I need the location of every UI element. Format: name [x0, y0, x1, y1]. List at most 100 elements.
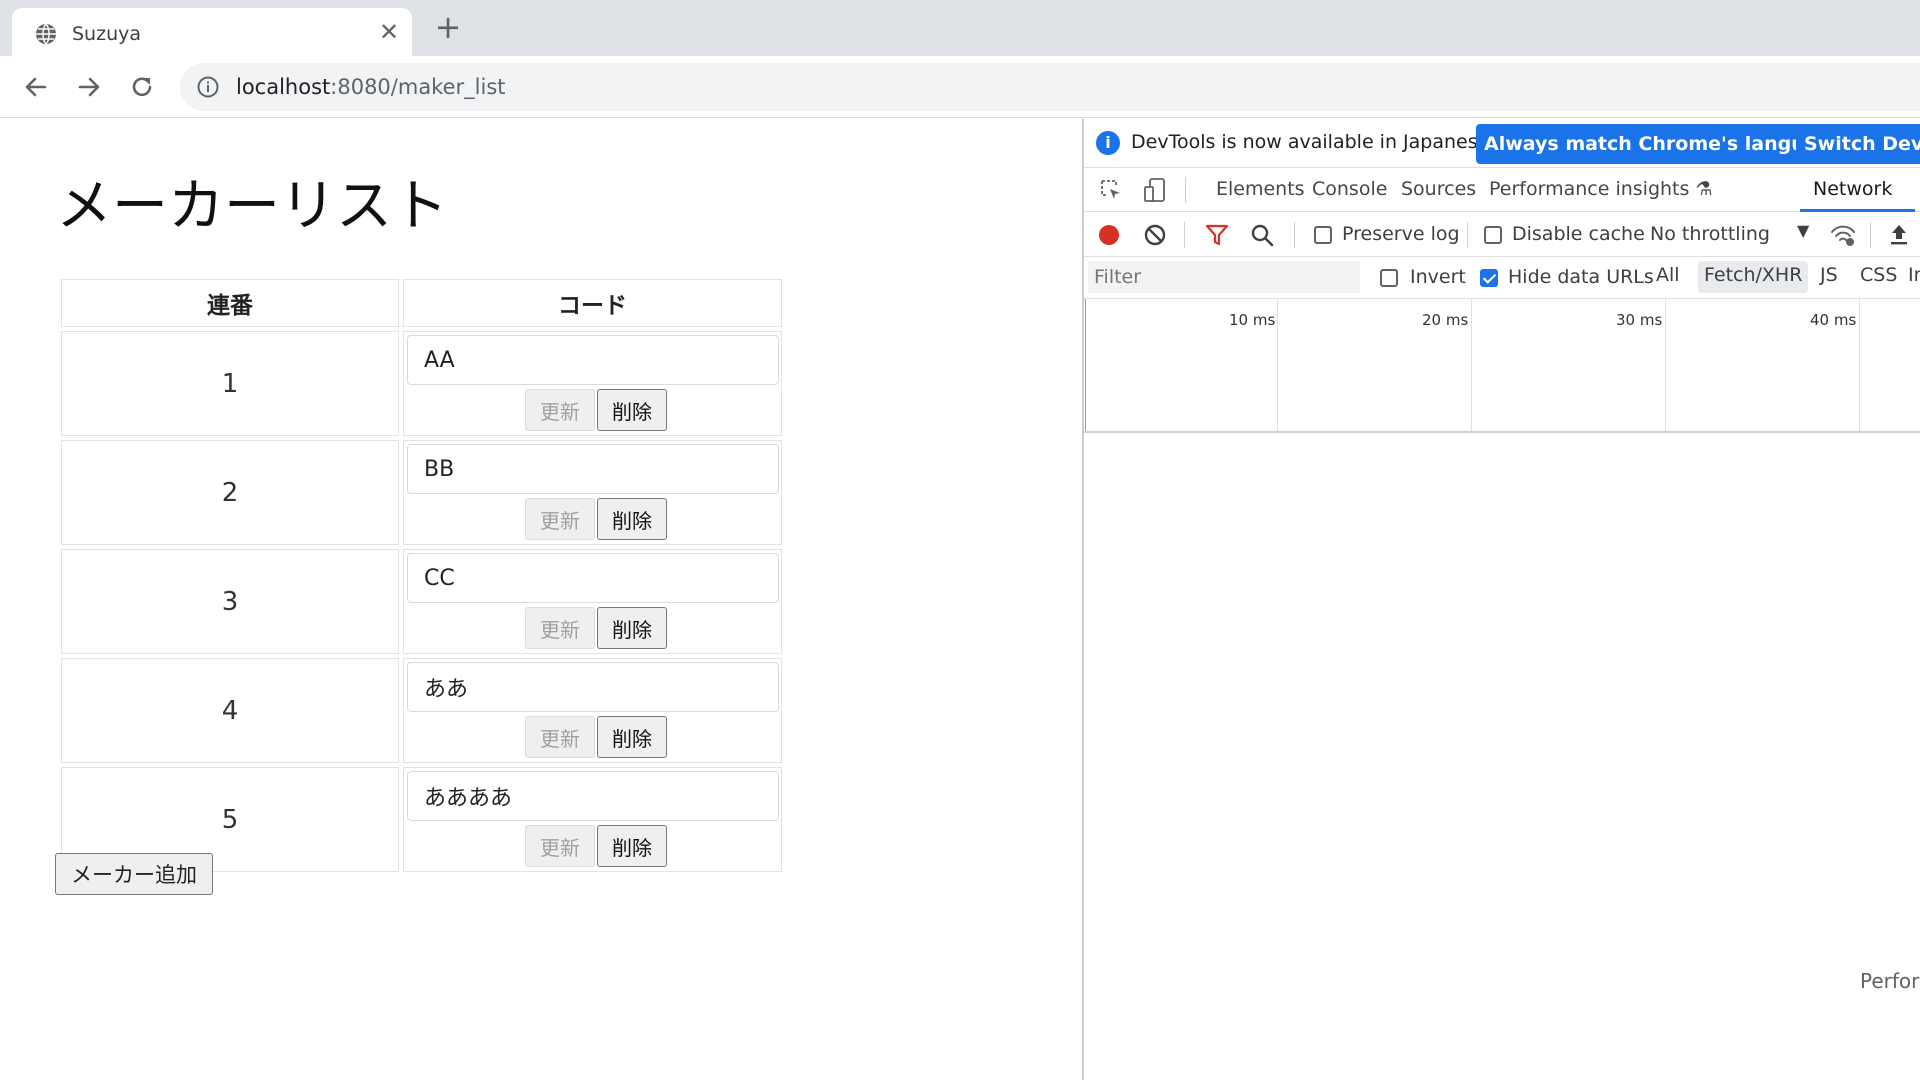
info-icon: i: [1096, 131, 1120, 155]
delete-button[interactable]: 削除: [597, 825, 667, 867]
tab-elements[interactable]: Elements: [1216, 178, 1305, 200]
row-actions: 更新 削除: [525, 389, 779, 431]
forward-arrow-icon[interactable]: [72, 70, 106, 104]
switch-devtools-button[interactable]: Switch DevTo: [1796, 124, 1920, 164]
url-host: localhost: [236, 75, 331, 99]
import-har-icon[interactable]: [1886, 222, 1912, 248]
code-input[interactable]: [407, 335, 779, 385]
back-arrow-icon[interactable]: [19, 70, 53, 104]
timeline-gridline: [1277, 299, 1278, 431]
code-cell: 更新 削除: [403, 658, 782, 763]
toolbar-divider: [1184, 222, 1185, 248]
timeline-tick-label: 10 ms: [1229, 311, 1276, 329]
reload-icon[interactable]: [125, 70, 159, 104]
row-number: 2: [61, 440, 399, 545]
timeline-tick-label: 40 ms: [1810, 311, 1857, 329]
devtools-panel: i DevTools is now available in Japanese!…: [1082, 119, 1920, 1080]
infobar-message: DevTools is now available in Japanese!: [1131, 131, 1497, 153]
filter-input[interactable]: [1088, 261, 1360, 293]
toolbar-divider: [1870, 222, 1871, 248]
disable-cache-label: Disable cache: [1512, 223, 1645, 245]
invert-label: Invert: [1410, 266, 1466, 288]
table-row: 1 更新 削除: [61, 331, 782, 436]
throttling-select[interactable]: No throttling: [1650, 223, 1770, 245]
code-cell: 更新 削除: [403, 440, 782, 545]
filter-icon[interactable]: [1204, 222, 1230, 248]
footer-text: Perfor: [1860, 969, 1920, 993]
code-input[interactable]: [407, 771, 779, 821]
site-info-icon[interactable]: [196, 75, 220, 99]
table-row: 4 更新 削除: [61, 658, 782, 763]
chevron-down-icon[interactable]: ▼: [1797, 221, 1809, 240]
browser-tab-strip: Suzuya ✕ +: [0, 0, 1920, 56]
row-number: 1: [61, 331, 399, 436]
tab-console[interactable]: Console: [1312, 178, 1387, 200]
delete-button[interactable]: 削除: [597, 498, 667, 540]
new-tab-icon[interactable]: +: [432, 11, 464, 44]
row-actions: 更新 削除: [525, 498, 779, 540]
search-icon[interactable]: [1249, 222, 1275, 248]
type-filter-img[interactable]: Im: [1902, 261, 1920, 293]
update-button[interactable]: 更新: [525, 716, 595, 758]
code-cell: 更新 削除: [403, 549, 782, 654]
type-filter-fetch-xhr[interactable]: Fetch/XHR: [1698, 261, 1809, 293]
row-actions: 更新 削除: [525, 825, 779, 867]
column-header-code: コード: [403, 279, 782, 327]
timeline-gridline: [1665, 299, 1666, 431]
url-path: :8080/maker_list: [330, 75, 506, 99]
timeline-tick-label: 30 ms: [1616, 311, 1663, 329]
toolbar-divider: [1185, 177, 1186, 203]
table-row: 2 更新 削除: [61, 440, 782, 545]
code-input[interactable]: [407, 444, 779, 494]
code-input[interactable]: [407, 662, 779, 712]
record-icon[interactable]: [1096, 222, 1122, 248]
hide-data-urls-checkbox[interactable]: [1480, 269, 1498, 287]
url-text[interactable]: localhost:8080/maker_list: [236, 75, 506, 99]
tab-close-icon[interactable]: ✕: [375, 18, 403, 46]
page-viewport: メーカーリスト 連番 コード 1 更新 削除 2: [0, 119, 1082, 1080]
toolbar-divider: [1294, 222, 1295, 248]
update-button[interactable]: 更新: [525, 389, 595, 431]
update-button[interactable]: 更新: [525, 825, 595, 867]
devtools-infobar: i DevTools is now available in Japanese!…: [1084, 119, 1920, 168]
tab-network[interactable]: Network: [1813, 178, 1892, 200]
code-input[interactable]: [407, 553, 779, 603]
tab-performance-insights[interactable]: Performance insights ⚗: [1489, 178, 1712, 200]
column-header-no: 連番: [61, 279, 399, 327]
toolbar-divider: [1467, 222, 1468, 248]
invert-checkbox[interactable]: [1380, 269, 1398, 287]
row-number: 3: [61, 549, 399, 654]
add-maker-button[interactable]: メーカー追加: [55, 853, 213, 895]
browser-tab[interactable]: Suzuya ✕: [12, 8, 412, 56]
device-toolbar-icon[interactable]: [1142, 177, 1168, 203]
code-cell: 更新 削除: [403, 767, 782, 872]
type-filter-css[interactable]: CSS: [1854, 261, 1903, 293]
delete-button[interactable]: 削除: [597, 607, 667, 649]
row-actions: 更新 削除: [525, 716, 779, 758]
delete-button[interactable]: 削除: [597, 389, 667, 431]
globe-icon: [36, 23, 56, 45]
timeline-gridline: [1859, 299, 1860, 431]
update-button[interactable]: 更新: [525, 607, 595, 649]
row-actions: 更新 削除: [525, 607, 779, 649]
address-bar[interactable]: localhost:8080/maker_list: [180, 63, 1920, 111]
preserve-log-checkbox[interactable]: [1314, 226, 1332, 244]
table-row: 3 更新 削除: [61, 549, 782, 654]
disable-cache-checkbox[interactable]: [1484, 226, 1502, 244]
hide-data-urls-label: Hide data URLs: [1508, 266, 1654, 288]
type-filter-all[interactable]: All: [1650, 261, 1686, 293]
network-conditions-icon[interactable]: [1830, 222, 1856, 248]
row-number: 4: [61, 658, 399, 763]
network-toolbar: Preserve log Disable cache No throttling…: [1084, 213, 1920, 257]
inspect-element-icon[interactable]: [1098, 177, 1124, 203]
clear-icon[interactable]: [1142, 222, 1168, 248]
page-title: メーカーリスト: [56, 174, 448, 239]
tab-sources[interactable]: Sources: [1401, 178, 1476, 200]
tab-title: Suzuya: [72, 23, 142, 45]
update-button[interactable]: 更新: [525, 498, 595, 540]
type-filter-js[interactable]: JS: [1814, 261, 1844, 293]
delete-button[interactable]: 削除: [597, 716, 667, 758]
preserve-log-label: Preserve log: [1342, 223, 1460, 245]
maker-table: 連番 コード 1 更新 削除 2 更新: [57, 275, 786, 876]
timeline-tick-label: 20 ms: [1422, 311, 1469, 329]
